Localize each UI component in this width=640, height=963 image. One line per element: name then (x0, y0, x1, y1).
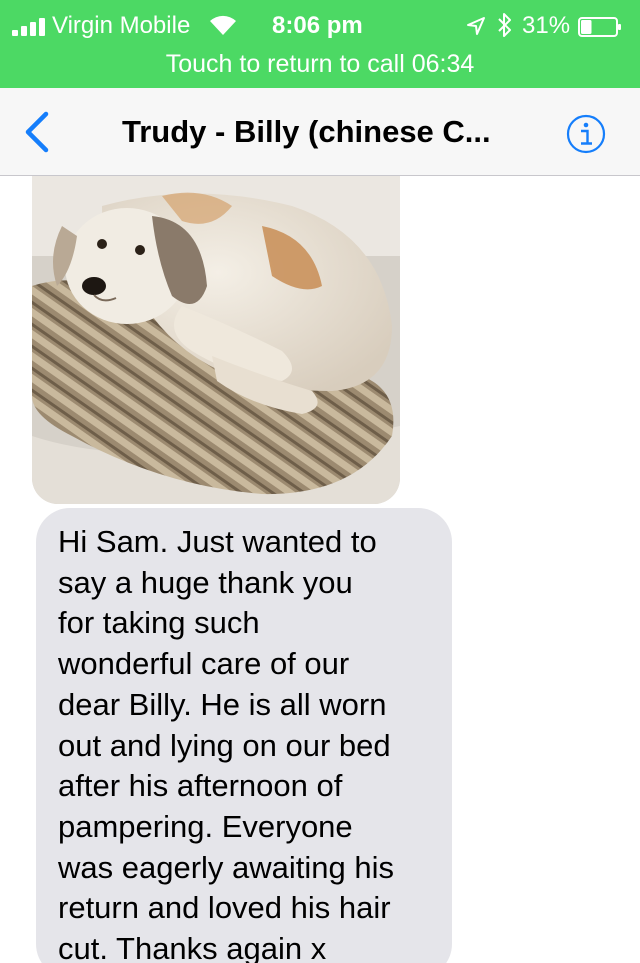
dog-photo-image (32, 176, 400, 504)
status-time: 8:06 pm (272, 12, 363, 39)
conversation-title[interactable]: Trudy - Billy (chinese C... (122, 114, 532, 150)
message-text: Hi Sam. Just wanted to say a huge thank … (58, 524, 395, 963)
photo-message[interactable] (32, 176, 400, 504)
info-icon (566, 114, 606, 154)
return-to-call-banner[interactable]: Touch to return to call 06:34 (0, 50, 640, 79)
status-bar[interactable]: Virgin Mobile 8:06 pm 31% Touch to retur… (0, 0, 640, 88)
battery-percent: 31% (522, 12, 571, 39)
chevron-left-icon (25, 111, 49, 153)
received-message-bubble[interactable]: Hi Sam. Just wanted to say a huge thank … (36, 508, 452, 963)
battery-icon (578, 17, 621, 37)
bluetooth-icon (498, 13, 511, 37)
wifi-icon (210, 15, 236, 35)
signal-icon (12, 18, 46, 36)
back-button[interactable] (22, 110, 52, 154)
navigation-bar: Trudy - Billy (chinese C... (0, 88, 640, 176)
info-button[interactable] (566, 114, 606, 154)
carrier-name: Virgin Mobile (52, 12, 191, 39)
status-row: Virgin Mobile 8:06 pm 31% (0, 8, 640, 42)
location-arrow-icon (467, 17, 485, 35)
